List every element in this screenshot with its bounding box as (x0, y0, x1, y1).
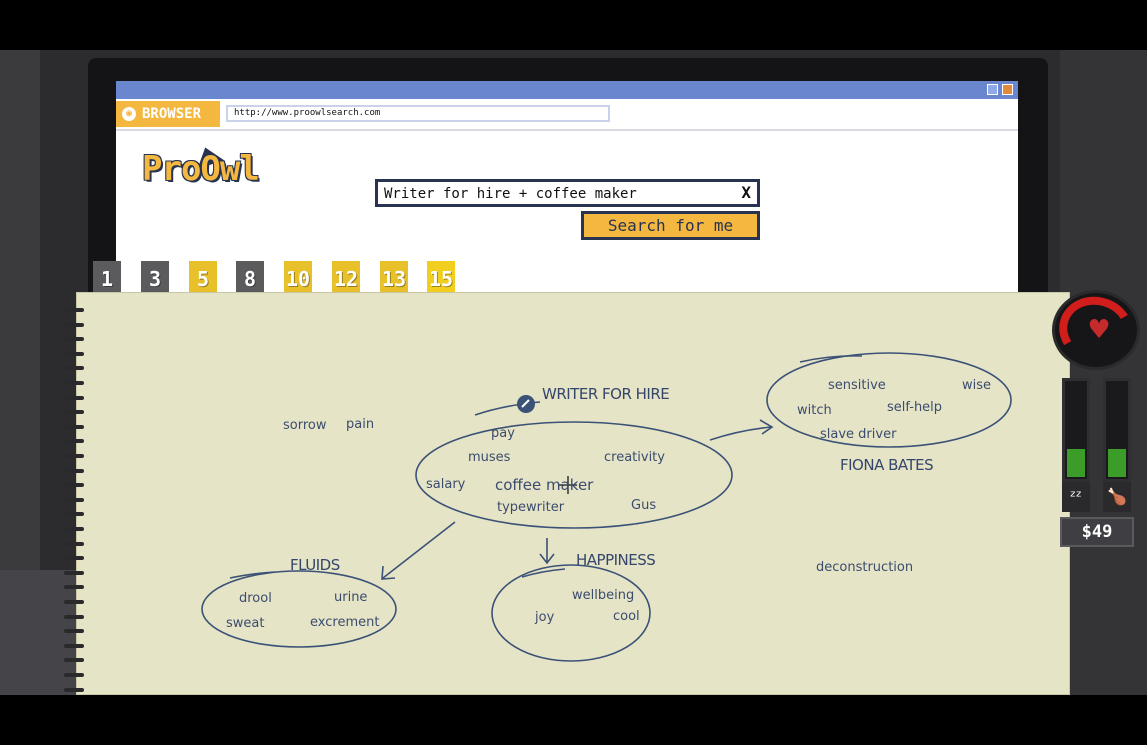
browser-tab-label: BROWSER (142, 106, 202, 122)
minimize-button[interactable] (987, 84, 998, 95)
spiral-ring (64, 658, 84, 663)
heart-icon: ♥ (1087, 315, 1111, 345)
spiral-ring (64, 512, 84, 517)
spiral-ring (64, 687, 84, 692)
spiral-ring (64, 308, 84, 312)
word-coffee-maker[interactable]: coffee maker (495, 476, 593, 494)
word-joy[interactable]: joy (535, 610, 554, 625)
happiness-title[interactable]: HAPPINESS (576, 551, 656, 569)
spiral-ring (64, 673, 84, 677)
word-deconstruction[interactable]: deconstruction (816, 560, 913, 575)
spiral-ring (64, 454, 84, 458)
word-drool[interactable]: drool (239, 591, 272, 606)
browser-toolbar: ◉ BROWSER http://www.proowlsearch.com (116, 99, 1018, 131)
sleep-meter-fill (1067, 449, 1085, 477)
spiral-ring (64, 614, 84, 619)
word-pay[interactable]: pay (491, 426, 515, 441)
word-self-help[interactable]: self-help (887, 400, 942, 415)
spiral-ring (64, 337, 84, 342)
spiral-ring (64, 468, 84, 473)
word-slave-driver[interactable]: slave driver (820, 427, 896, 442)
word-typewriter[interactable]: typewriter (497, 500, 564, 515)
spiral-ring (64, 570, 84, 575)
search-box[interactable]: X (375, 179, 760, 207)
spiral-ring (64, 600, 84, 604)
word-gus[interactable]: Gus (631, 498, 656, 513)
word-sensitive[interactable]: sensitive (828, 378, 886, 393)
spiral-ring (64, 585, 84, 590)
spiral-ring (64, 527, 84, 531)
word-salary[interactable]: salary (426, 477, 465, 492)
word-sweat[interactable]: sweat (226, 616, 264, 631)
word-wellbeing[interactable]: wellbeing (572, 588, 634, 603)
food-meter-fill (1108, 449, 1126, 477)
food-meter (1103, 378, 1131, 482)
clear-search-button[interactable]: X (741, 183, 751, 202)
zzz-icon: ᶻᶻ (1062, 482, 1090, 512)
word-sorrow[interactable]: sorrow (283, 418, 327, 433)
fluids-title[interactable]: FLUIDS (290, 556, 340, 574)
health-gauge: ♥ (1051, 288, 1141, 372)
word-cool[interactable]: cool (613, 609, 640, 624)
word-creativity[interactable]: creativity (604, 450, 665, 465)
owl-icon: ◉ (122, 107, 136, 121)
word-urine[interactable]: urine (334, 590, 367, 605)
close-button[interactable] (1002, 84, 1013, 95)
spiral-ring (64, 439, 84, 444)
word-witch[interactable]: witch (797, 403, 832, 418)
spiral-ring (64, 629, 84, 634)
spiral-ring (64, 366, 84, 371)
spiral-ring (64, 381, 84, 385)
money-display: $49 (1060, 517, 1134, 547)
word-pain[interactable]: pain (346, 417, 374, 432)
spiral-ring (64, 556, 84, 561)
spiral-ring (64, 424, 84, 429)
sleep-meter (1062, 378, 1090, 482)
word-wise[interactable]: wise (962, 378, 991, 393)
fiona-title[interactable]: FIONA BATES (840, 456, 934, 474)
word-muses[interactable]: muses (468, 450, 510, 465)
spiral-ring (64, 351, 84, 356)
spiral-ring (64, 483, 84, 488)
browser-tab[interactable]: ◉ BROWSER (116, 101, 220, 127)
drumstick-icon: 🍗 (1103, 482, 1131, 512)
center-title[interactable]: WRITER FOR HIRE (542, 385, 670, 403)
word-excrement[interactable]: excrement (310, 615, 379, 630)
spiral-ring (64, 643, 84, 648)
url-bar[interactable]: http://www.proowlsearch.com (226, 105, 610, 122)
spiral-ring (64, 395, 84, 400)
search-button[interactable]: Search for me (581, 211, 760, 240)
spiral-ring (64, 541, 84, 546)
spiral-ring (64, 410, 84, 415)
spiral-ring (64, 322, 84, 327)
spiral-ring (64, 497, 84, 502)
search-input[interactable] (384, 184, 724, 204)
proowl-logo: ProOwl (142, 149, 260, 189)
notebook-spiral (64, 300, 86, 695)
window-titlebar (116, 81, 1018, 99)
